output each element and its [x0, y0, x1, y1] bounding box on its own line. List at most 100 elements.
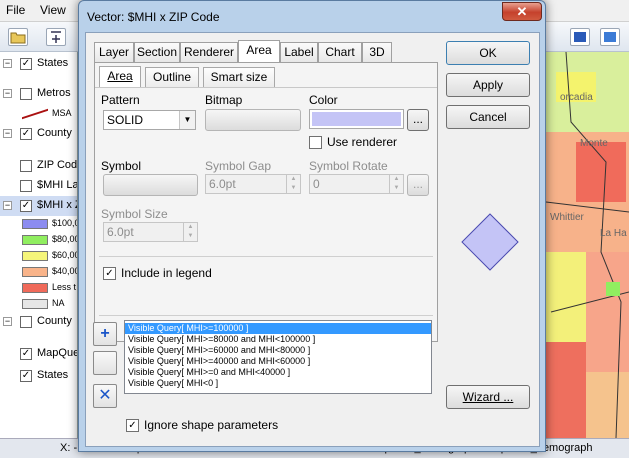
legend-label: $80,00 — [52, 234, 78, 244]
tab-layer[interactable]: Layer — [94, 42, 134, 62]
layer-item[interactable]: − County — [0, 312, 77, 332]
color-picker-button[interactable]: ... — [407, 109, 429, 131]
symbol-gap-value: 6.0pt — [209, 177, 236, 191]
edit-query-button[interactable] — [93, 351, 117, 375]
layer-visibility-checkbox[interactable] — [20, 316, 32, 328]
collapse-icon[interactable]: − — [3, 129, 12, 138]
subtab-area-label: Area — [107, 69, 133, 83]
symbol-rotate-button[interactable]: ... — [407, 174, 429, 196]
symbol-size-label: Symbol Size — [101, 207, 168, 221]
layer-item[interactable]: − ✓ States — [0, 54, 77, 74]
layer-visibility-checkbox[interactable] — [20, 88, 32, 100]
layer-item[interactable]: − Metros — [0, 84, 77, 104]
toolbar-map-icon[interactable] — [600, 28, 620, 46]
wizard-button[interactable]: Wizard ... — [446, 385, 530, 409]
symbol-rotate-label: Symbol Rotate — [309, 159, 388, 173]
symbol-gap-input[interactable]: 6.0pt ▲ ▼ — [205, 174, 301, 194]
color-swatch-fill — [312, 112, 401, 126]
add-query-button[interactable]: + — [93, 322, 117, 346]
layer-item[interactable]: MSA — [0, 104, 77, 124]
legend-swatch — [22, 267, 48, 277]
bitmap-button[interactable] — [205, 109, 301, 131]
symbol-rotate-input[interactable]: 0 ▲ ▼ — [309, 174, 404, 194]
include-legend-checkbox[interactable]: ✓ — [103, 267, 116, 280]
symbol-rotate-value: 0 — [313, 177, 320, 191]
ignore-shape-label: Ignore shape parameters — [144, 418, 279, 432]
toolbar-window-icon[interactable] — [570, 28, 590, 46]
query-item[interactable]: Visible Query[ MHI>=80000 and MHI<100000… — [125, 334, 431, 345]
collapse-icon[interactable]: − — [3, 59, 12, 68]
subtab-divider — [95, 87, 437, 88]
legend-label: Less t — [52, 282, 77, 292]
layer-item[interactable]: NA — [0, 294, 77, 314]
close-button[interactable]: ✕ — [502, 2, 542, 21]
apply-button[interactable]: Apply — [446, 73, 530, 97]
delete-query-button[interactable]: ✕ — [93, 384, 117, 408]
map-view[interactable]: orcadia Monte Whittier La Ha — [546, 52, 629, 438]
map-label: orcadia — [560, 92, 593, 103]
tab-section[interactable]: Section — [134, 42, 180, 62]
query-item[interactable]: Visible Query[ MHI>=40000 and MHI<60000 … — [125, 356, 431, 367]
bitmap-label: Bitmap — [205, 93, 243, 107]
legend-label: MSA — [52, 108, 72, 118]
legend-swatch — [22, 283, 48, 293]
layer-visibility-checkbox[interactable] — [20, 160, 32, 172]
legend-swatch — [22, 219, 48, 229]
collapse-icon[interactable]: − — [3, 201, 12, 210]
query-item[interactable]: Visible Query[ MHI>=0 and MHI<40000 ] — [125, 367, 431, 378]
dialog-body: Layer Section Renderer Area Label Chart … — [85, 32, 540, 447]
layer-item[interactable]: ZIP Code — [0, 156, 77, 176]
layer-visibility-checkbox[interactable] — [20, 180, 32, 192]
collapse-icon[interactable]: − — [3, 317, 12, 326]
layer-visibility-checkbox[interactable]: ✓ — [20, 128, 32, 140]
collapse-icon[interactable]: − — [3, 89, 12, 98]
use-renderer-label: Use renderer — [327, 135, 398, 149]
cancel-button[interactable]: Cancel — [446, 105, 530, 129]
legend-swatch — [22, 299, 48, 309]
query-item[interactable]: Visible Query[ MHI>=60000 and MHI<80000 … — [125, 345, 431, 356]
use-renderer-checkbox[interactable] — [309, 136, 322, 149]
symbol-size-input[interactable]: 6.0pt ▲ ▼ — [103, 222, 198, 242]
dialog-titlebar[interactable]: Vector: $MHI x ZIP Code ✕ — [79, 1, 545, 31]
include-legend-label: Include in legend — [121, 266, 212, 280]
layer-label: States — [37, 57, 69, 69]
open-folder-icon[interactable] — [8, 28, 28, 46]
layer-visibility-checkbox[interactable]: ✓ — [20, 200, 32, 212]
symbol-gap-stepper[interactable]: ▲ ▼ — [286, 175, 300, 193]
subtab-smart-size[interactable]: Smart size — [203, 67, 275, 87]
menu-file[interactable]: File — [6, 3, 25, 17]
subtab-outline[interactable]: Outline — [145, 67, 199, 87]
tab-renderer[interactable]: Renderer — [180, 42, 238, 62]
layer-visibility-checkbox[interactable]: ✓ — [20, 370, 32, 382]
layer-item[interactable]: $MHI La — [0, 176, 77, 196]
subtab-area[interactable]: Area — [99, 66, 141, 87]
menu-view[interactable]: View — [40, 3, 66, 17]
tab-3d[interactable]: 3D — [362, 42, 392, 62]
ignore-shape-checkbox[interactable]: ✓ — [126, 419, 139, 432]
tab-area[interactable]: Area — [238, 40, 280, 62]
symbol-rotate-stepper[interactable]: ▲ ▼ — [389, 175, 403, 193]
layer-label: MapQue — [37, 347, 78, 359]
color-label: Color — [309, 93, 338, 107]
layer-item[interactable]: ✓ States — [0, 366, 77, 386]
query-list[interactable]: Visible Query[ MHI>=100000 ] Visible Quer… — [124, 320, 432, 394]
tab-label[interactable]: Label — [280, 42, 318, 62]
layer-item[interactable]: ✓ MapQue — [0, 344, 78, 364]
layer-item[interactable]: − ✓ $MHI x Z — [0, 196, 77, 216]
query-item[interactable]: Visible Query[ MHI<0 ] — [125, 378, 431, 389]
tab-chart[interactable]: Chart — [318, 42, 362, 62]
add-layer-icon[interactable] — [46, 28, 66, 46]
layer-visibility-checkbox[interactable]: ✓ — [20, 348, 32, 360]
chevron-down-icon[interactable]: ▼ — [179, 111, 195, 129]
symbol-size-stepper[interactable]: ▲ ▼ — [183, 223, 197, 241]
dialog-title: Vector: $MHI x ZIP Code — [87, 10, 220, 24]
symbol-button[interactable] — [103, 174, 198, 196]
layer-label: Metros — [37, 87, 71, 99]
layer-item[interactable]: − ✓ County — [0, 124, 77, 144]
query-item[interactable]: Visible Query[ MHI>=100000 ] — [125, 323, 431, 334]
color-swatch[interactable] — [309, 109, 404, 129]
ok-button[interactable]: OK — [446, 41, 530, 65]
layer-visibility-checkbox[interactable]: ✓ — [20, 58, 32, 70]
pattern-select[interactable]: SOLID ▼ — [103, 110, 196, 130]
group-divider — [99, 256, 433, 257]
